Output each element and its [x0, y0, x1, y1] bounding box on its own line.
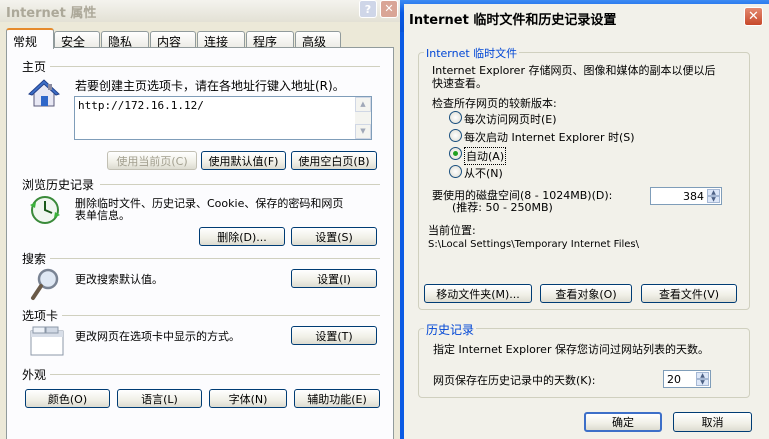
history-divider	[100, 184, 380, 185]
tabs-divider	[62, 315, 380, 316]
spin-down-arrow-icon[interactable]: ▼	[707, 196, 720, 203]
help-button[interactable]: ?	[359, 0, 377, 18]
ok-button[interactable]: 确定	[584, 412, 662, 432]
home-heading: 主页	[22, 60, 47, 74]
temp-files-dialog-title: Internet 临时文件和历史记录设置	[409, 13, 617, 28]
tabbed-window-icon	[30, 326, 64, 356]
history-days-spinner[interactable]: 20 ▲ ▼	[663, 370, 711, 388]
view-files-button[interactable]: 查看文件(V)	[641, 284, 737, 303]
internet-options-title: Internet 属性	[6, 6, 97, 21]
tabs-description: 更改网页在选项卡中显示的方式。	[75, 330, 240, 343]
colors-button[interactable]: 颜色(O)	[25, 389, 110, 408]
history-days-description: 指定 Internet Explorer 保存您访问过网站列表的天数。	[433, 343, 709, 356]
house-icon	[28, 78, 60, 110]
temp-files-description-line2: 快速查看。	[432, 77, 487, 90]
delete-history-button[interactable]: 删除(D)...	[199, 227, 285, 246]
radio-never-label[interactable]: 从不(N)	[464, 165, 503, 181]
history-legend: 历史记录	[424, 321, 477, 338]
cancel-button[interactable]: 取消	[673, 412, 752, 432]
home-divider	[50, 66, 380, 67]
history-clock-icon	[28, 193, 62, 225]
tab-general[interactable]: 常规	[6, 28, 54, 49]
home-address-text: http://172.16.1.12/	[78, 99, 204, 112]
temp-files-settings-dialog: Internet 临时文件和历史记录设置 ✕ Internet 临时文件 Int…	[400, 0, 769, 439]
home-address-box[interactable]: http://172.16.1.12/ ▲ ▼	[74, 96, 372, 140]
search-heading: 搜索	[22, 252, 47, 266]
current-location-label: 当前位置:	[428, 224, 476, 237]
internet-options-window: Internet 属性 ? ✕ 常规 安全 隐私 内容 连接 程序 高级 主页 …	[0, 0, 400, 439]
scroll-up-arrow-icon[interactable]: ▲	[355, 97, 371, 112]
disk-space-spinner[interactable]: 384 ▲ ▼	[650, 187, 722, 205]
home-description: 若要创建主页选项卡，请在各地址行键入地址(R)。	[75, 79, 345, 93]
radio-every-visit-label[interactable]: 每次访问网页时(E)	[464, 111, 557, 127]
days-up-arrow-icon[interactable]: ▲	[696, 372, 709, 379]
close-icon[interactable]: ✕	[380, 0, 398, 18]
view-objects-button[interactable]: 查看对象(O)	[540, 284, 632, 303]
tab-content[interactable]: 内容	[150, 31, 196, 49]
history-days-label: 网页保存在历史记录中的天数(K):	[433, 374, 596, 387]
magnifier-icon	[30, 267, 62, 301]
appearance-divider	[50, 374, 380, 375]
radio-every-start-label[interactable]: 每次启动 Internet Explorer 时(S)	[464, 129, 635, 145]
browsing-history-heading: 浏览历史记录	[22, 178, 95, 192]
dialog-close-icon[interactable]: ✕	[744, 7, 763, 26]
accessibility-button[interactable]: 辅助功能(E)	[294, 389, 380, 408]
current-location-path: S:\Local Settings\Temporary Internet Fil…	[428, 239, 639, 250]
tabs-settings-button[interactable]: 设置(T)	[291, 326, 377, 345]
fonts-button[interactable]: 字体(N)	[209, 389, 287, 408]
disk-space-label-line2: (推荐: 50 - 250MB)	[452, 201, 553, 214]
search-settings-button[interactable]: 设置(I)	[291, 269, 377, 288]
radio-automatic[interactable]	[449, 147, 462, 160]
tabs-heading: 选项卡	[22, 309, 59, 323]
radio-every-visit[interactable]	[449, 111, 462, 124]
history-description-line2: 表单信息。	[75, 209, 130, 222]
radio-every-start[interactable]	[449, 129, 462, 142]
tab-programs[interactable]: 程序	[246, 31, 294, 49]
radio-automatic-label[interactable]: 自动(A)	[464, 147, 507, 165]
tab-privacy[interactable]: 隐私	[101, 31, 149, 49]
history-days-value: 20	[667, 373, 681, 386]
use-blank-button[interactable]: 使用空白页(B)	[291, 151, 377, 170]
appearance-heading: 外观	[22, 368, 47, 382]
languages-button[interactable]: 语言(L)	[117, 389, 202, 408]
temp-files-legend: Internet 临时文件	[424, 45, 520, 61]
search-description: 更改搜索默认值。	[75, 273, 163, 286]
search-divider	[50, 258, 380, 259]
address-scrollbar[interactable]: ▲ ▼	[355, 97, 371, 139]
tab-advanced[interactable]: 高级	[295, 31, 341, 49]
check-newer-label: 检查所存网页的较新版本:	[432, 97, 557, 110]
scroll-down-arrow-icon[interactable]: ▼	[355, 124, 371, 139]
tab-security[interactable]: 安全	[54, 31, 100, 49]
disk-space-value: 384	[683, 190, 704, 203]
use-default-button[interactable]: 使用默认值(F)	[201, 151, 286, 170]
use-current-button[interactable]: 使用当前页(C)	[107, 151, 197, 170]
days-down-arrow-icon[interactable]: ▼	[696, 379, 709, 386]
history-settings-button[interactable]: 设置(S)	[291, 227, 377, 246]
tab-connections[interactable]: 连接	[197, 31, 245, 49]
move-folder-button[interactable]: 移动文件夹(M)...	[424, 284, 532, 303]
radio-never[interactable]	[449, 165, 462, 178]
spin-up-arrow-icon[interactable]: ▲	[707, 189, 720, 196]
